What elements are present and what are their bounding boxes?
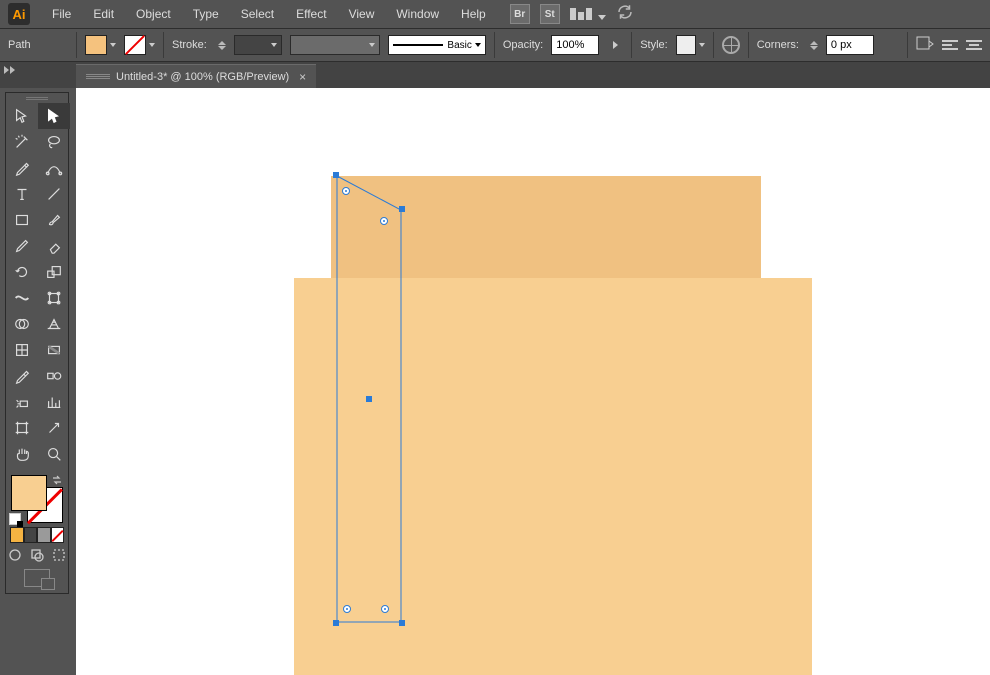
type-tool[interactable] (6, 181, 38, 207)
fill-swatch[interactable] (85, 35, 116, 55)
free-transform-tool[interactable] (38, 285, 70, 311)
stroke-weight-dropdown[interactable] (234, 35, 282, 55)
menu-type[interactable]: Type (183, 3, 229, 25)
opacity-field[interactable]: 100% (551, 35, 599, 55)
hand-tool[interactable] (6, 441, 38, 467)
draw-mode-row (6, 547, 68, 563)
align-center-button[interactable] (966, 37, 982, 53)
width-tool[interactable] (6, 285, 38, 311)
brush-definition-dropdown[interactable]: Basic (388, 35, 486, 55)
opacity-label: Opacity: (503, 39, 543, 51)
column-graph-tool[interactable] (38, 389, 70, 415)
sync-settings-icon[interactable] (616, 3, 634, 26)
fill-stroke-control[interactable] (9, 473, 65, 525)
slice-tool[interactable] (38, 415, 70, 441)
draw-inside-icon[interactable] (51, 547, 67, 563)
anchor-point[interactable] (333, 620, 339, 626)
perspective-grid-tool[interactable] (38, 311, 70, 337)
canvas[interactable] (76, 88, 990, 675)
menu-view[interactable]: View (339, 3, 385, 25)
menu-help[interactable]: Help (451, 3, 496, 25)
live-corner-widget[interactable] (343, 605, 351, 613)
menu-bar: Ai File Edit Object Type Select Effect V… (0, 0, 990, 28)
draw-normal-icon[interactable] (7, 547, 23, 563)
bridge-button[interactable]: Br (510, 4, 530, 24)
corners-label: Corners: (757, 39, 799, 51)
eraser-tool[interactable] (38, 233, 70, 259)
color-mode-row (10, 527, 64, 543)
document-title: Untitled-3* @ 100% (RGB/Preview) (116, 71, 289, 83)
mesh-tool[interactable] (6, 337, 38, 363)
shape-builder-tool[interactable] (6, 311, 38, 337)
fill-color-swatch[interactable] (11, 475, 47, 511)
direct-selection-tool[interactable] (38, 103, 70, 129)
anchor-point[interactable] (399, 206, 405, 212)
symbol-sprayer-tool[interactable] (6, 389, 38, 415)
control-bar: Path Stroke: Basic Opacity: 100% Style: … (0, 28, 990, 62)
screen-mode-button[interactable] (6, 569, 68, 587)
paintbrush-tool[interactable] (38, 207, 70, 233)
color-mode-gray[interactable] (37, 527, 51, 543)
menu-edit[interactable]: Edit (83, 3, 124, 25)
color-mode-color[interactable] (10, 527, 24, 543)
rectangle-tool[interactable] (6, 207, 38, 233)
tab-grip-icon (86, 74, 110, 80)
stroke-swatch[interactable] (124, 35, 155, 55)
rotate-tool[interactable] (6, 259, 38, 285)
isolate-button[interactable] (916, 36, 934, 55)
recolor-artwork-icon[interactable] (722, 36, 740, 54)
scale-tool[interactable] (38, 259, 70, 285)
app-logo-icon: Ai (8, 3, 30, 25)
graphic-style-dropdown[interactable] (676, 35, 705, 55)
selection-type-label: Path (8, 39, 68, 51)
gradient-tool[interactable] (38, 337, 70, 363)
corners-stepper[interactable] (810, 41, 818, 50)
brush-stroke-icon (393, 44, 444, 46)
artboard-tool[interactable] (6, 415, 38, 441)
live-corner-widget[interactable] (380, 217, 388, 225)
menu-object[interactable]: Object (126, 3, 181, 25)
stroke-label: Stroke: (172, 39, 207, 51)
selection-tool[interactable] (6, 103, 38, 129)
anchor-point[interactable] (333, 172, 339, 178)
color-mode-gradient[interactable] (24, 527, 38, 543)
blend-tool[interactable] (38, 363, 70, 389)
stroke-weight-stepper[interactable] (218, 41, 226, 50)
default-fill-stroke-icon[interactable] (9, 513, 21, 525)
live-corner-widget[interactable] (381, 605, 389, 613)
pencil-tool[interactable] (6, 233, 38, 259)
zoom-tool[interactable] (38, 441, 70, 467)
magic-wand-tool[interactable] (6, 129, 38, 155)
variable-width-profile-dropdown[interactable] (290, 35, 380, 55)
anchor-point[interactable] (399, 620, 405, 626)
menu-file[interactable]: File (42, 3, 81, 25)
center-point[interactable] (366, 396, 372, 402)
menu-select[interactable]: Select (231, 3, 284, 25)
document-tab-bar: Untitled-3* @ 100% (RGB/Preview) × (0, 62, 990, 88)
style-label: Style: (640, 39, 668, 51)
lasso-tool[interactable] (38, 129, 70, 155)
pen-tool[interactable] (6, 155, 38, 181)
opacity-flyout[interactable] (607, 35, 623, 55)
draw-behind-icon[interactable] (29, 547, 45, 563)
stock-button[interactable]: St (540, 4, 560, 24)
curvature-tool[interactable] (38, 155, 70, 181)
document-tab[interactable]: Untitled-3* @ 100% (RGB/Preview) × (76, 64, 316, 88)
selected-path[interactable] (335, 174, 405, 631)
color-mode-none[interactable] (51, 527, 65, 543)
live-corner-widget[interactable] (342, 187, 350, 195)
corners-field[interactable]: 0 px (826, 35, 874, 55)
align-left-button[interactable] (942, 37, 958, 53)
menu-window[interactable]: Window (386, 3, 449, 25)
menu-effect[interactable]: Effect (286, 3, 336, 25)
eyedropper-tool[interactable] (6, 363, 38, 389)
arrange-documents-button[interactable] (570, 8, 606, 20)
tools-panel (5, 92, 69, 594)
line-segment-tool[interactable] (38, 181, 70, 207)
close-tab-button[interactable]: × (299, 70, 306, 84)
swap-fill-stroke-icon[interactable] (51, 473, 63, 485)
panel-grip-icon[interactable] (6, 93, 68, 103)
expand-panels-button[interactable] (0, 62, 18, 78)
